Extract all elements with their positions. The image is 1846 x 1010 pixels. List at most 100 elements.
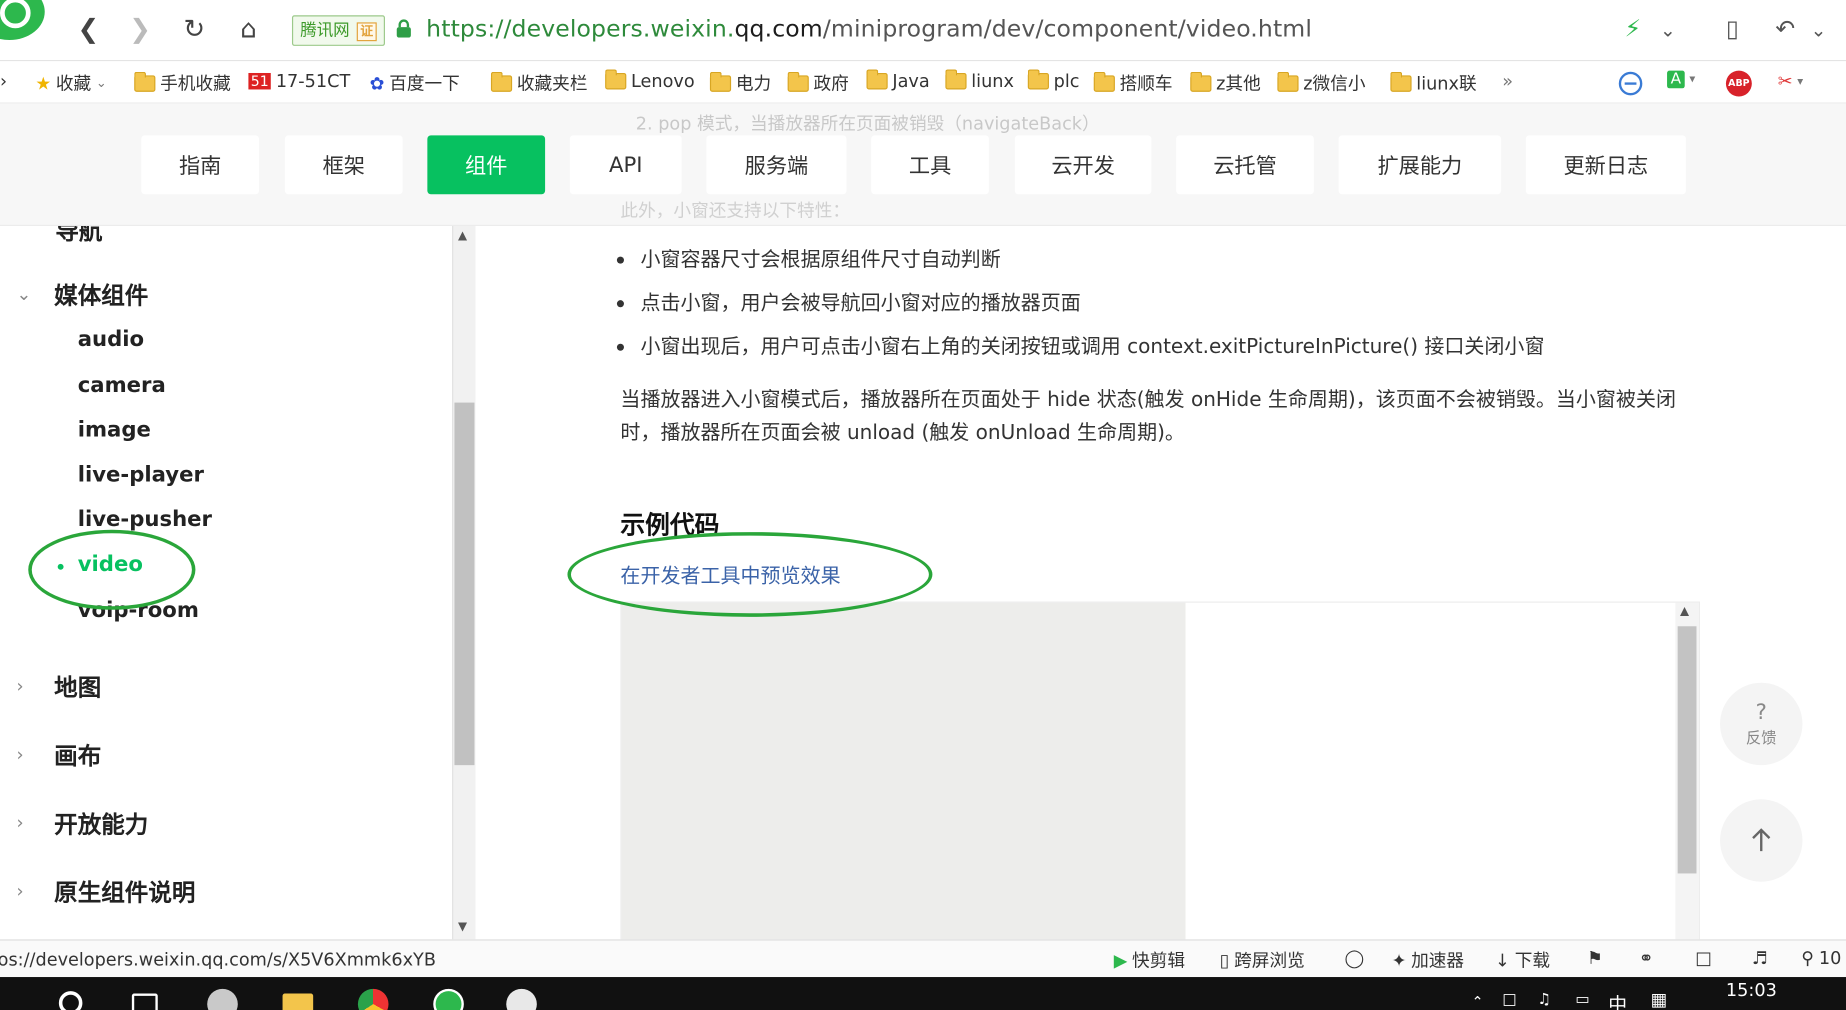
bookmark-item[interactable]: plc (1027, 69, 1080, 92)
bookmark-item[interactable]: Lenovo (605, 69, 695, 92)
adblock-icon[interactable]: ABP (1725, 70, 1752, 97)
sidebar-section-native-components[interactable]: › 原生组件说明 (16, 873, 195, 907)
home-icon[interactable]: ⌂ (231, 12, 266, 47)
back-to-top-button[interactable] (1720, 799, 1803, 882)
flag-icon[interactable]: ⚑ (1587, 948, 1603, 969)
sidebar-item-camera[interactable]: camera (78, 373, 166, 398)
frame-scrollbar[interactable]: ▲ (1675, 602, 1699, 940)
translate-icon[interactable]: A ▾ (1667, 70, 1695, 89)
tab-api[interactable]: API (569, 135, 682, 195)
forward-icon[interactable]: ❯ (122, 12, 157, 47)
scroll-down-icon[interactable]: ▼ (458, 921, 467, 934)
tab-components[interactable]: 组件 (427, 135, 546, 195)
tab-tools[interactable]: 工具 (871, 135, 989, 195)
scroll-up-icon[interactable]: ▲ (458, 230, 467, 243)
undo-menu-icon[interactable]: ⌄ (1811, 19, 1827, 41)
browser-taskbar-icon[interactable] (433, 988, 464, 1010)
tab-extensions[interactable]: 扩展能力 (1338, 135, 1502, 195)
list-item: 点击小窗，用户会被导航回小窗对应的播放器页面 (616, 291, 1544, 335)
sidebar-section-canvas[interactable]: › 画布 (16, 737, 101, 771)
bookmark-item[interactable]: 收藏夹栏 (490, 71, 587, 96)
sidebar-item-audio[interactable]: audio (78, 327, 144, 352)
tab-cloud-hosting[interactable]: 云托管 (1176, 135, 1314, 195)
bookmark-item[interactable]: 51 17-51CT (248, 71, 350, 92)
status-label: 加速器 (1411, 949, 1465, 972)
bookmark-item[interactable]: z其他 (1190, 71, 1261, 96)
sidebar-section-open-ability[interactable]: › 开放能力 (16, 805, 148, 839)
tab-framework[interactable]: 框架 (284, 135, 403, 195)
ime-indicator[interactable]: 中 (1608, 989, 1627, 1010)
file-explorer-icon[interactable] (282, 993, 314, 1010)
bookmark-item[interactable]: 电力 (709, 71, 771, 96)
bookmark-item[interactable]: liunx (945, 69, 1014, 92)
speaker-icon[interactable]: ♫ (1538, 991, 1552, 1009)
download-button[interactable]: ↓ 下载 (1495, 948, 1550, 973)
folder-icon (490, 71, 513, 92)
bookmark-item[interactable]: 搭顺车 (1093, 71, 1173, 96)
task-view-icon[interactable] (131, 993, 158, 1010)
chevron-down-icon[interactable]: ⌄ (1660, 19, 1676, 41)
app-icon[interactable] (207, 988, 238, 1010)
arrow-up-icon (1752, 828, 1771, 852)
accelerator-button[interactable]: ✦ 加速器 (1392, 948, 1465, 973)
cross-screen-button[interactable]: ▯ 跨屏浏览 (1220, 948, 1305, 973)
bookmark-item[interactable]: 政府 (787, 71, 849, 96)
folder-icon (605, 69, 627, 90)
tray-up-icon[interactable]: ⌃ (1472, 994, 1484, 1010)
minus-circle-icon[interactable] (1618, 71, 1644, 97)
sidebar-item-live-pusher[interactable]: live-pusher (78, 507, 212, 532)
back-icon[interactable]: ❮ (71, 12, 106, 47)
bookmark-item[interactable]: ★ 收藏 ⌄ (35, 71, 106, 96)
window-icon[interactable]: □ (1695, 948, 1712, 969)
security-badge-mark: 证 (356, 22, 377, 42)
bookmark-item[interactable]: z微信小 (1277, 71, 1366, 96)
keyboard-icon[interactable]: ▦ (1651, 989, 1668, 1010)
bookmarks-overflow-button[interactable]: » (1502, 71, 1513, 92)
sidebar-scrollbar[interactable]: ▲ ▼ (452, 226, 476, 940)
clock[interactable]: 15:03 (1726, 979, 1777, 1000)
quick-edit-button[interactable]: ▶ 快剪辑 (1114, 948, 1185, 973)
status-link-url: os://developers.weixin.qq.com/s/X5V6Xmmk… (0, 948, 436, 970)
bookmark-item[interactable]: Java (866, 69, 930, 92)
feedback-button[interactable]: ? 反馈 (1720, 682, 1803, 766)
address-bar[interactable]: https://developers.weixin.qq.com/minipro… (426, 14, 1312, 42)
chevron-right-icon: › (16, 675, 24, 697)
reload-icon[interactable]: ↻ (177, 12, 212, 47)
code-preview-frame[interactable]: ▲ (620, 601, 1701, 940)
sidebar-scroll-thumb[interactable] (454, 402, 475, 766)
sidebar-cut-heading[interactable]: 导航 (55, 226, 102, 246)
bookmark-item[interactable]: 手机收藏 (134, 71, 231, 96)
browser-toolbar: ❮ ❯ ↻ ⌂ 腾讯网证 https://developers.weixin.q… (0, 0, 1846, 62)
ie-icon[interactable]: ⚭ (1639, 948, 1654, 969)
section-label: 原生组件说明 (54, 878, 196, 907)
speed-dial-icon[interactable]: ◯ (1344, 948, 1364, 969)
bookmark-item[interactable]: ✿ 百度一下 (370, 71, 460, 96)
battery-icon[interactable]: ▭ (1575, 991, 1589, 1009)
tab-server[interactable]: 服务端 (706, 135, 847, 195)
network-icon[interactable]: □ (1502, 991, 1516, 1009)
zoom-control[interactable]: ⚲ 10 (1801, 948, 1841, 969)
sidebar-section-media[interactable]: ⌄ 媒体组件 (16, 277, 148, 311)
sidebar-item-live-player[interactable]: live-player (78, 463, 204, 488)
lightning-icon[interactable]: ⚡ (1625, 14, 1642, 42)
bookmark-item[interactable]: liunx联 (1390, 71, 1477, 96)
tab-cloud-dev[interactable]: 云开发 (1014, 135, 1152, 195)
sidebar-section-map[interactable]: › 地图 (16, 669, 101, 703)
tab-changelog[interactable]: 更新日志 (1525, 135, 1686, 195)
devtools-icon[interactable] (506, 988, 537, 1010)
bookmark-label: Lenovo (631, 70, 695, 92)
frame-scroll-thumb[interactable] (1677, 626, 1697, 874)
tab-guide[interactable]: 指南 (141, 135, 260, 195)
bookmark-label: Java (892, 70, 930, 92)
undo-icon[interactable]: ↶ (1775, 14, 1795, 42)
bookmarks-bar: › ★ 收藏 ⌄ 手机收藏 51 17-51CT ✿ 百度一下 收藏夹栏 Lenovo … (0, 61, 1846, 104)
scroll-up-icon[interactable]: ▲ (1680, 605, 1689, 618)
scissors-icon[interactable]: ✂ ▾ (1778, 71, 1803, 92)
bookmarks-left-arrow-icon[interactable]: › (0, 71, 7, 92)
mobile-icon[interactable]: ▯ (1726, 14, 1739, 42)
search-icon[interactable] (58, 991, 83, 1010)
sidebar-item-image[interactable]: image (78, 418, 151, 443)
security-badge[interactable]: 腾讯网证 (291, 15, 385, 46)
volume-icon[interactable]: ♬ (1752, 948, 1768, 969)
chrome-icon[interactable] (357, 988, 389, 1010)
